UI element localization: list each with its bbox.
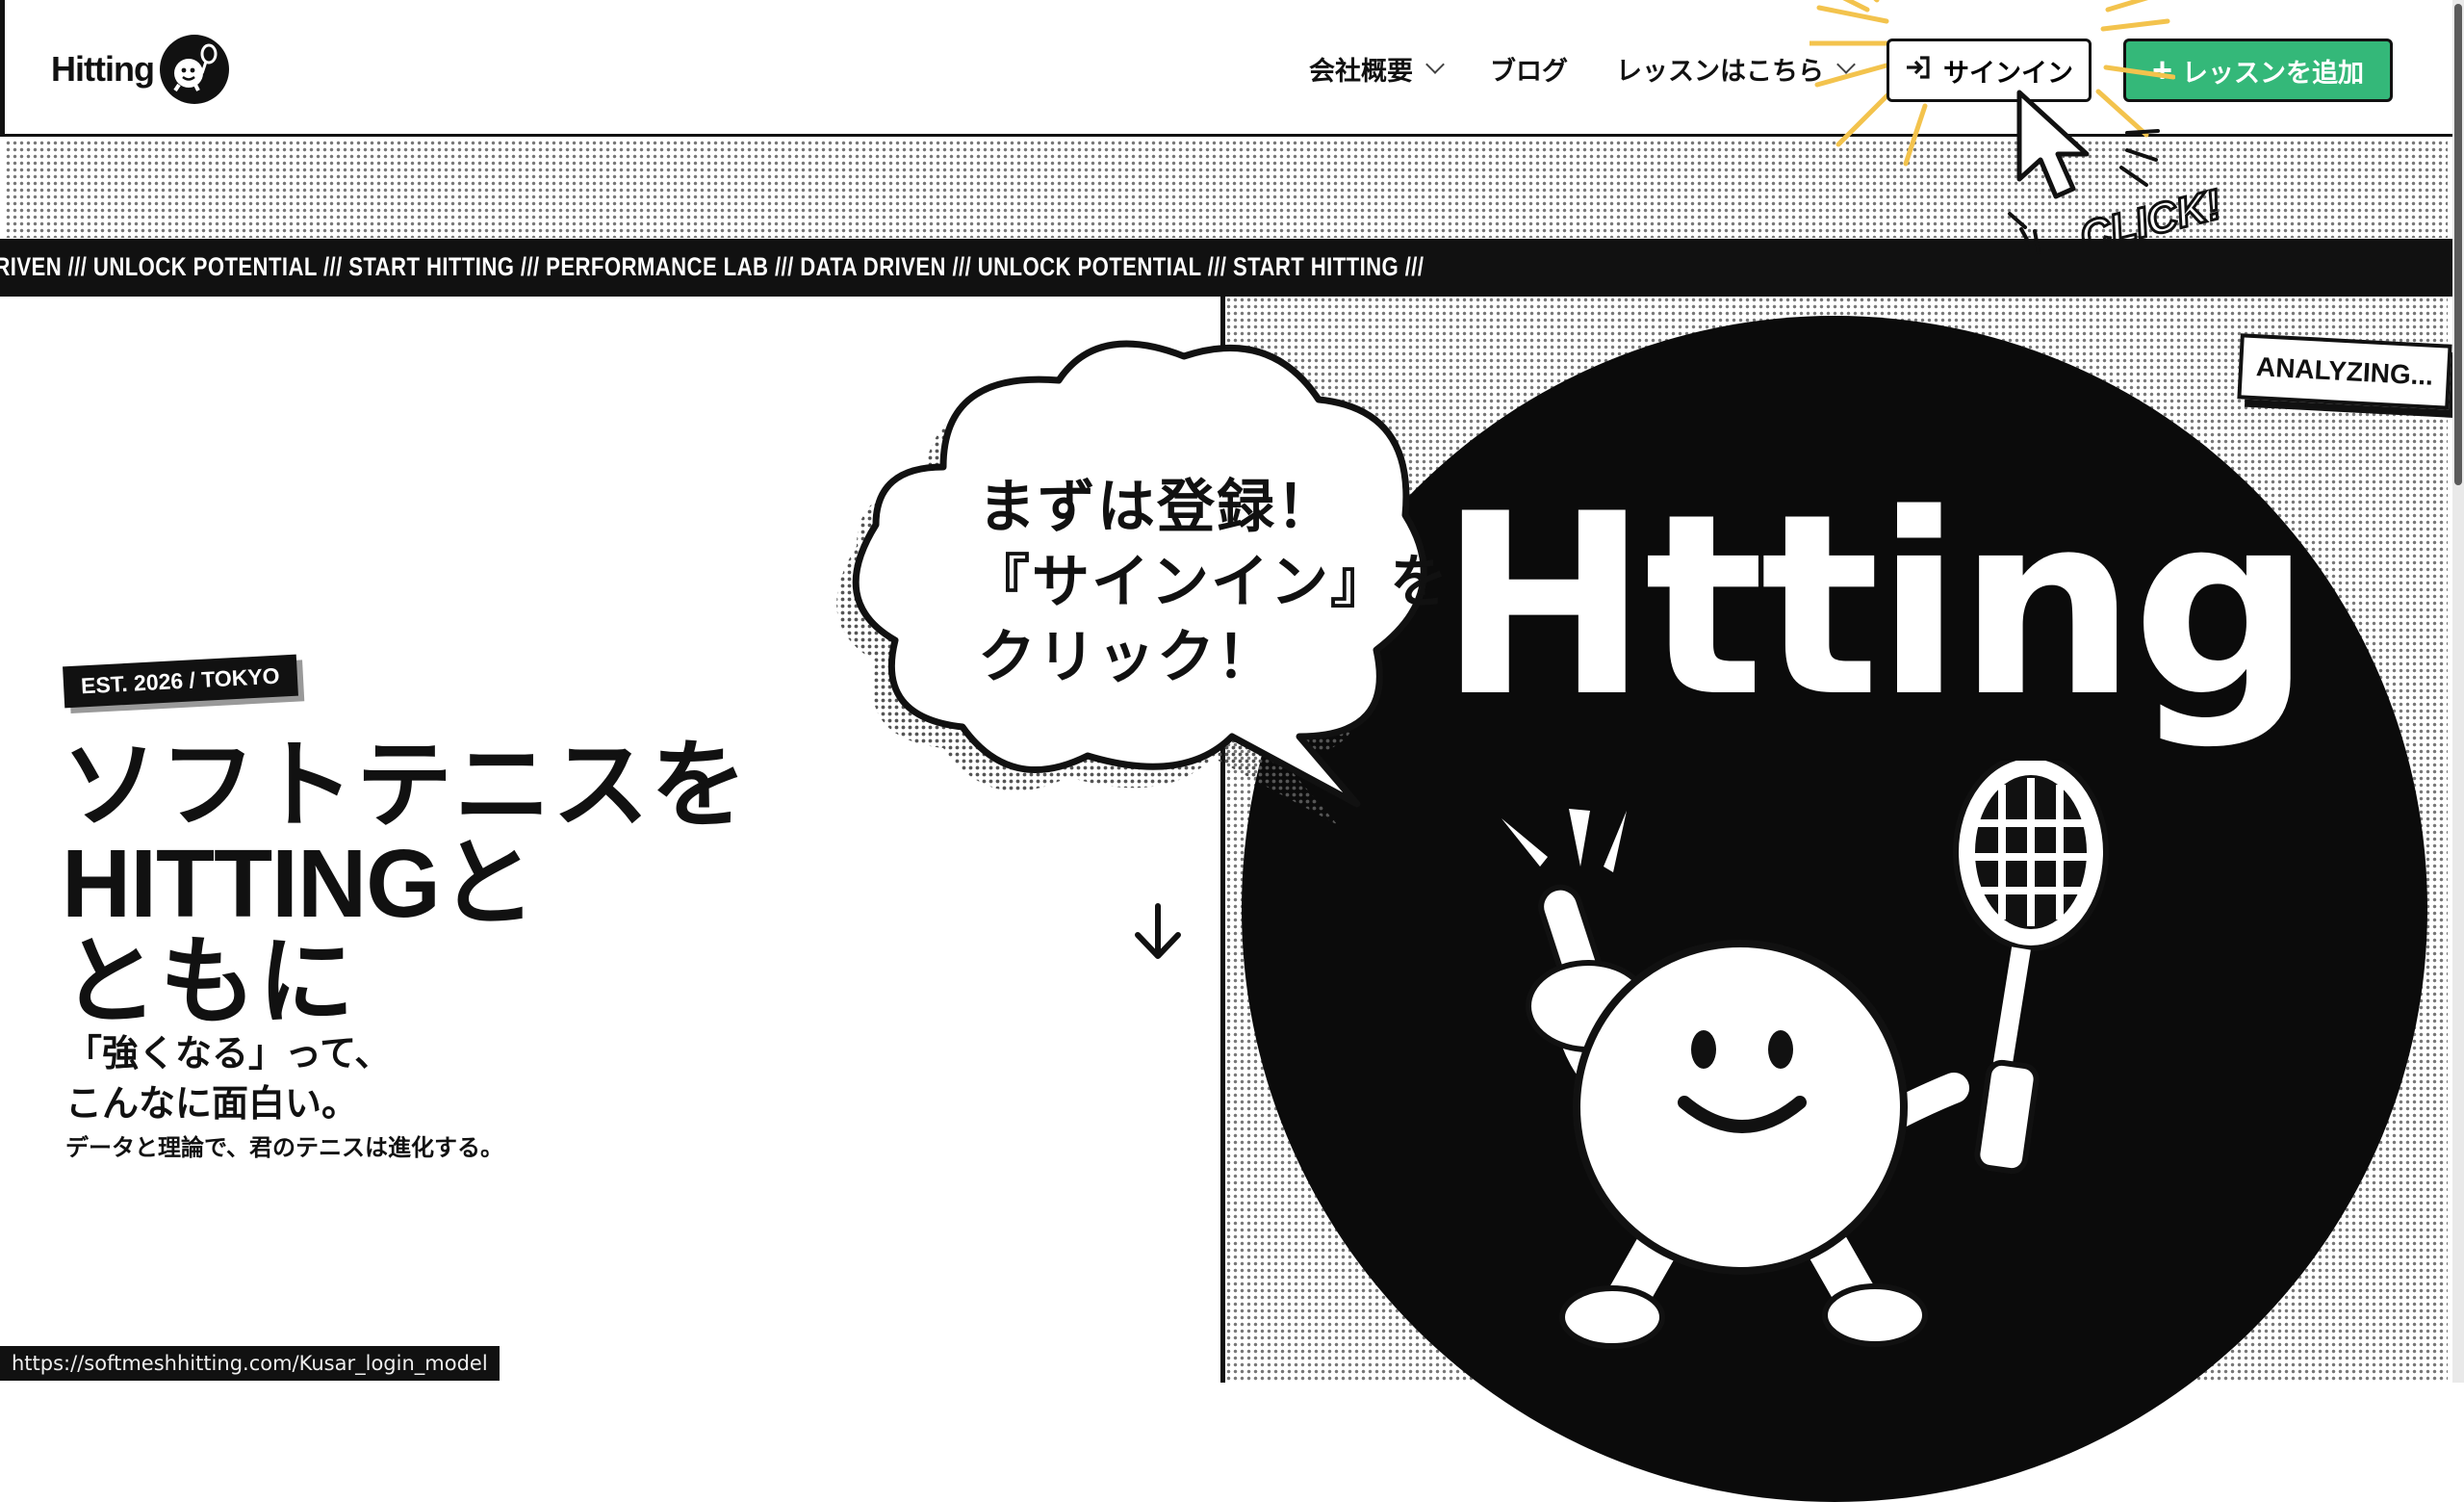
- analyzing-tag: ANALYZING...: [2237, 333, 2452, 410]
- status-bar-url: https://softmeshhitting.com/Kusar_login_…: [0, 1346, 500, 1381]
- nav-item-blog[interactable]: ブログ: [1490, 50, 1568, 88]
- add-lesson-label: レッスンを追加: [2182, 58, 2365, 88]
- nav-item-label: レッスンはこちら: [1616, 56, 1824, 87]
- bubble-line: クリック！: [978, 624, 1276, 691]
- nav-item-company[interactable]: 会社概要: [1309, 50, 1445, 88]
- hero-subtitle-line: こんなに面白い。: [65, 1082, 359, 1125]
- hero-big-word: Htting: [1439, 461, 2312, 752]
- hero-description: データと理論で、君のテニスは進化する。: [65, 1134, 504, 1161]
- bubble-line: まずは登録！: [978, 474, 1336, 541]
- hero-title-line: ソフトテニスを: [62, 729, 749, 842]
- logo[interactable]: Hitting: [51, 35, 229, 104]
- scroll-down-arrow-icon[interactable]: [1124, 900, 1192, 971]
- hero-title-line: ともに: [62, 925, 356, 1038]
- logo-mascot-icon: [159, 35, 229, 104]
- nav-item-label: 会社概要: [1309, 56, 1413, 87]
- signin-label: サインイン: [1943, 58, 2073, 88]
- cursor-arrow-icon: [2008, 90, 2160, 254]
- scrollbar-thumb[interactable]: [2454, 4, 2462, 485]
- hero-title: ソフトテニスを HITTINGと ともに: [62, 737, 749, 1031]
- logo-text: Hitting: [51, 49, 155, 89]
- chevron-down-icon: [1425, 55, 1445, 74]
- hero-title-line: HITTINGと: [62, 830, 536, 938]
- hero-subtitle: 「強くなる」って、 こんなに面白い。: [65, 1028, 391, 1128]
- mascot-illustration: [1502, 761, 2109, 1349]
- nav-item-label: ブログ: [1490, 56, 1568, 87]
- main-nav: 会社概要 ブログ レッスンはこちら: [1309, 0, 1856, 137]
- bubble-line: 『サインイン』を: [972, 549, 1450, 616]
- signin-icon: [1905, 55, 1932, 87]
- speech-bubble-text: まずは登録！ 『サインイン』を クリック！: [972, 470, 1450, 695]
- hero-subtitle-line: 「強くなる」って、: [65, 1032, 392, 1075]
- ticker-text: DRIVEN /// UNLOCK POTENTIAL /// START HI…: [0, 252, 1424, 281]
